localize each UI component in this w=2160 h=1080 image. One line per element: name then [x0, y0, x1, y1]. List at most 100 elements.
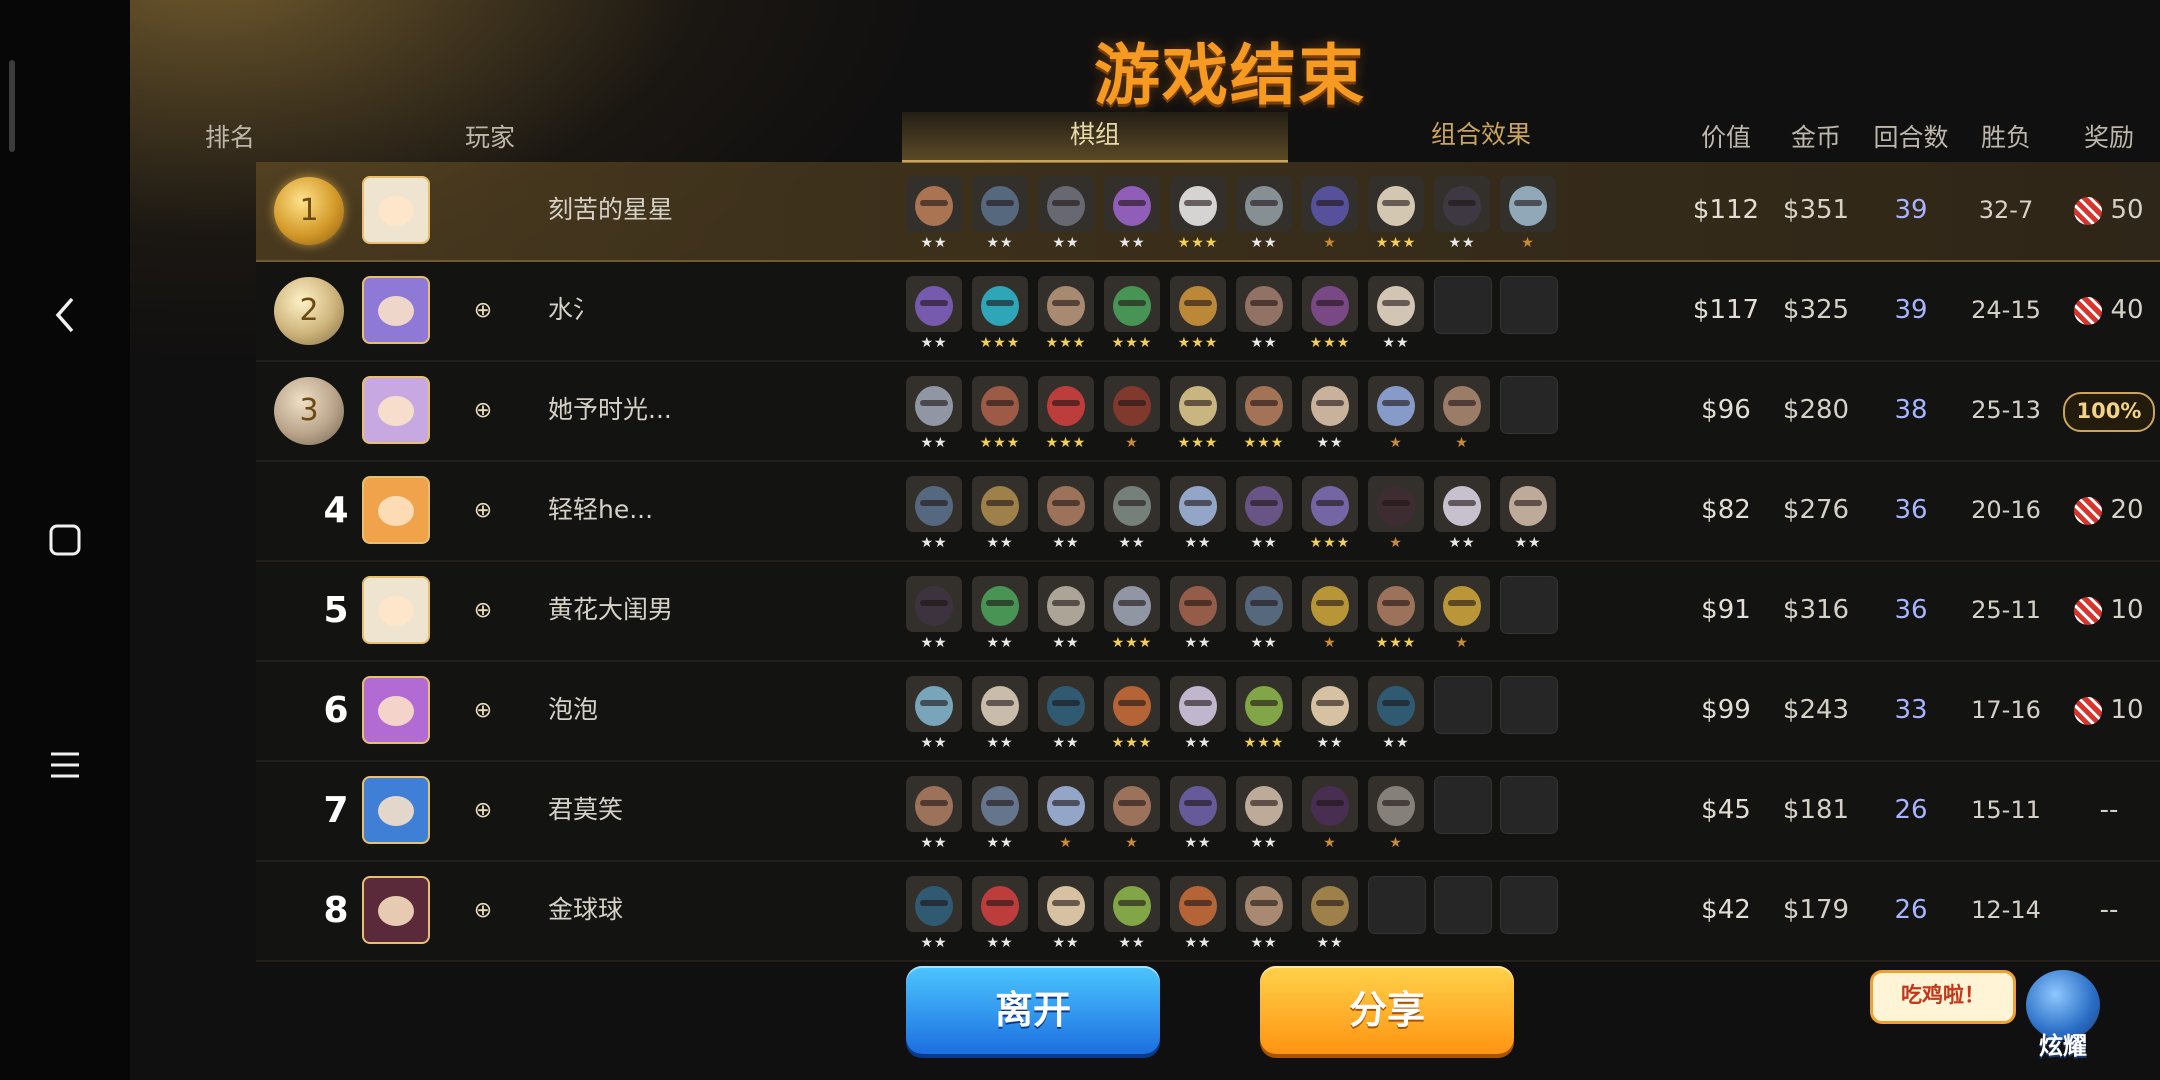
- unit-portrait[interactable]: [972, 576, 1028, 632]
- unit-portrait[interactable]: [1368, 576, 1424, 632]
- unit-portrait[interactable]: [1104, 576, 1160, 632]
- player-row[interactable]: 2 ⊕ 水氵 ★★ ★★★ ★★★ ★★★ ★★★ ★★ ★★★ ★★ $117 $325 39 24-15…: [256, 262, 2160, 362]
- unit-portrait[interactable]: [1104, 676, 1160, 732]
- unit-portrait[interactable]: [1302, 776, 1358, 832]
- player-row[interactable]: 1 刻苦的星星 ★★ ★★ ★★ ★★ ★★★ ★★ ★ ★★★ ★★ ★ $112 $351 39 32-7…: [256, 162, 2160, 262]
- avatar[interactable]: [362, 376, 430, 444]
- leave-button[interactable]: 离开: [906, 966, 1160, 1054]
- unit-portrait[interactable]: [1302, 476, 1358, 532]
- avatar[interactable]: [362, 276, 430, 344]
- unit-portrait[interactable]: [1104, 476, 1160, 532]
- avatar[interactable]: [362, 476, 430, 544]
- avatar[interactable]: [362, 576, 430, 644]
- unit-portrait[interactable]: [1302, 176, 1358, 232]
- player-row[interactable]: 3 ⊕ 她予时光... ★★ ★★★ ★★★ ★ ★★★ ★★★ ★★ ★ ★ $96 $280 38 25-…: [256, 362, 2160, 462]
- unit-portrait[interactable]: [1500, 476, 1556, 532]
- unit-portrait[interactable]: [906, 676, 962, 732]
- unit-portrait[interactable]: [1236, 576, 1292, 632]
- unit-portrait[interactable]: [972, 876, 1028, 932]
- unit-portrait[interactable]: [1170, 376, 1226, 432]
- home-icon[interactable]: [40, 515, 90, 565]
- unit-portrait[interactable]: [1302, 676, 1358, 732]
- unit-portrait[interactable]: [1104, 276, 1160, 332]
- unit-portrait[interactable]: [972, 676, 1028, 732]
- unit-portrait[interactable]: [1434, 376, 1490, 432]
- unit-portrait[interactable]: [1170, 876, 1226, 932]
- player-row[interactable]: 8 ⊕ 金球球 ★★ ★★ ★★ ★★ ★★ ★★ ★★ $42 $179 26 12-14 --: [256, 862, 2160, 962]
- unit-portrait[interactable]: [1368, 776, 1424, 832]
- unit-portrait[interactable]: [972, 376, 1028, 432]
- unit-portrait[interactable]: [1236, 676, 1292, 732]
- unit-portrait[interactable]: [1302, 376, 1358, 432]
- unit-portrait[interactable]: [1038, 176, 1094, 232]
- unit-portrait[interactable]: [1236, 276, 1292, 332]
- add-friend-icon[interactable]: ⊕: [468, 896, 498, 926]
- unit-portrait[interactable]: [1368, 676, 1424, 732]
- avatar[interactable]: [362, 776, 430, 844]
- unit-portrait[interactable]: [1434, 476, 1490, 532]
- unit-portrait[interactable]: [1038, 376, 1094, 432]
- unit-portrait[interactable]: [906, 776, 962, 832]
- unit-portrait[interactable]: [906, 176, 962, 232]
- avatar[interactable]: [362, 876, 430, 944]
- unit-portrait[interactable]: [1302, 276, 1358, 332]
- unit-portrait[interactable]: [1236, 776, 1292, 832]
- showoff-button[interactable]: 炫耀: [2022, 966, 2104, 1060]
- back-icon[interactable]: [40, 290, 90, 340]
- unit-portrait[interactable]: [1434, 176, 1490, 232]
- player-row[interactable]: 5 ⊕ 黄花大闺男 ★★ ★★ ★★ ★★★ ★★ ★★ ★ ★★★ ★ $91 $316 36 25-11 1…: [256, 562, 2160, 662]
- unit-portrait[interactable]: [1170, 676, 1226, 732]
- unit-portrait[interactable]: [1368, 276, 1424, 332]
- unit-portrait[interactable]: [906, 876, 962, 932]
- unit-portrait[interactable]: [1170, 276, 1226, 332]
- player-row[interactable]: 4 ⊕ 轻轻he... ★★ ★★ ★★ ★★ ★★ ★★ ★★★ ★ ★★ ★★ $82 $276 36 20…: [256, 462, 2160, 562]
- unit-portrait[interactable]: [1236, 376, 1292, 432]
- unit-portrait[interactable]: [1236, 476, 1292, 532]
- add-friend-icon[interactable]: ⊕: [468, 796, 498, 826]
- unit-portrait[interactable]: [1368, 376, 1424, 432]
- unit-portrait[interactable]: [972, 176, 1028, 232]
- add-friend-icon[interactable]: ⊕: [468, 596, 498, 626]
- unit-portrait[interactable]: [1434, 576, 1490, 632]
- unit-portrait[interactable]: [1038, 476, 1094, 532]
- unit-portrait[interactable]: [972, 476, 1028, 532]
- unit-portrait[interactable]: [1038, 276, 1094, 332]
- unit-portrait[interactable]: [1500, 176, 1556, 232]
- unit-portrait[interactable]: [972, 276, 1028, 332]
- player-row[interactable]: 7 ⊕ 君莫笑 ★★ ★★ ★ ★ ★★ ★★ ★ ★ $45 $181 26 15-11 --: [256, 762, 2160, 862]
- unit-portrait[interactable]: [906, 276, 962, 332]
- unit-portrait[interactable]: [906, 576, 962, 632]
- add-friend-icon[interactable]: ⊕: [468, 496, 498, 526]
- add-friend-icon[interactable]: ⊕: [468, 696, 498, 726]
- unit-portrait[interactable]: [972, 776, 1028, 832]
- unit-portrait[interactable]: [1170, 576, 1226, 632]
- unit-portrait[interactable]: [1104, 876, 1160, 932]
- unit-portrait[interactable]: [1236, 176, 1292, 232]
- avatar[interactable]: [362, 176, 430, 244]
- menu-icon[interactable]: [40, 740, 90, 790]
- unit-portrait[interactable]: [1302, 876, 1358, 932]
- share-button[interactable]: 分享: [1260, 966, 1514, 1054]
- unit-portrait[interactable]: [1170, 776, 1226, 832]
- unit-portrait[interactable]: [1170, 176, 1226, 232]
- unit-portrait[interactable]: [1368, 176, 1424, 232]
- avatar[interactable]: [362, 676, 430, 744]
- unit-portrait[interactable]: [906, 476, 962, 532]
- tab-traits[interactable]: 组合效果: [1288, 112, 1674, 160]
- unit-portrait[interactable]: [1236, 876, 1292, 932]
- unit-portrait[interactable]: [1038, 876, 1094, 932]
- unit-portrait[interactable]: [1302, 576, 1358, 632]
- unit-portrait[interactable]: [1170, 476, 1226, 532]
- tab-lineup[interactable]: 棋组: [902, 112, 1288, 163]
- unit-portrait[interactable]: [906, 376, 962, 432]
- add-friend-icon[interactable]: ⊕: [468, 296, 498, 326]
- unit-portrait[interactable]: [1038, 676, 1094, 732]
- unit-portrait[interactable]: [1038, 576, 1094, 632]
- unit-portrait[interactable]: [1038, 776, 1094, 832]
- unit-portrait[interactable]: [1104, 376, 1160, 432]
- add-friend-icon[interactable]: ⊕: [468, 396, 498, 426]
- unit-portrait[interactable]: [1368, 476, 1424, 532]
- unit-portrait[interactable]: [1104, 776, 1160, 832]
- unit-portrait[interactable]: [1104, 176, 1160, 232]
- player-row[interactable]: 6 ⊕ 泡泡 ★★ ★★ ★★ ★★★ ★★ ★★★ ★★ ★★ $99 $243 33 17-16 10: [256, 662, 2160, 762]
